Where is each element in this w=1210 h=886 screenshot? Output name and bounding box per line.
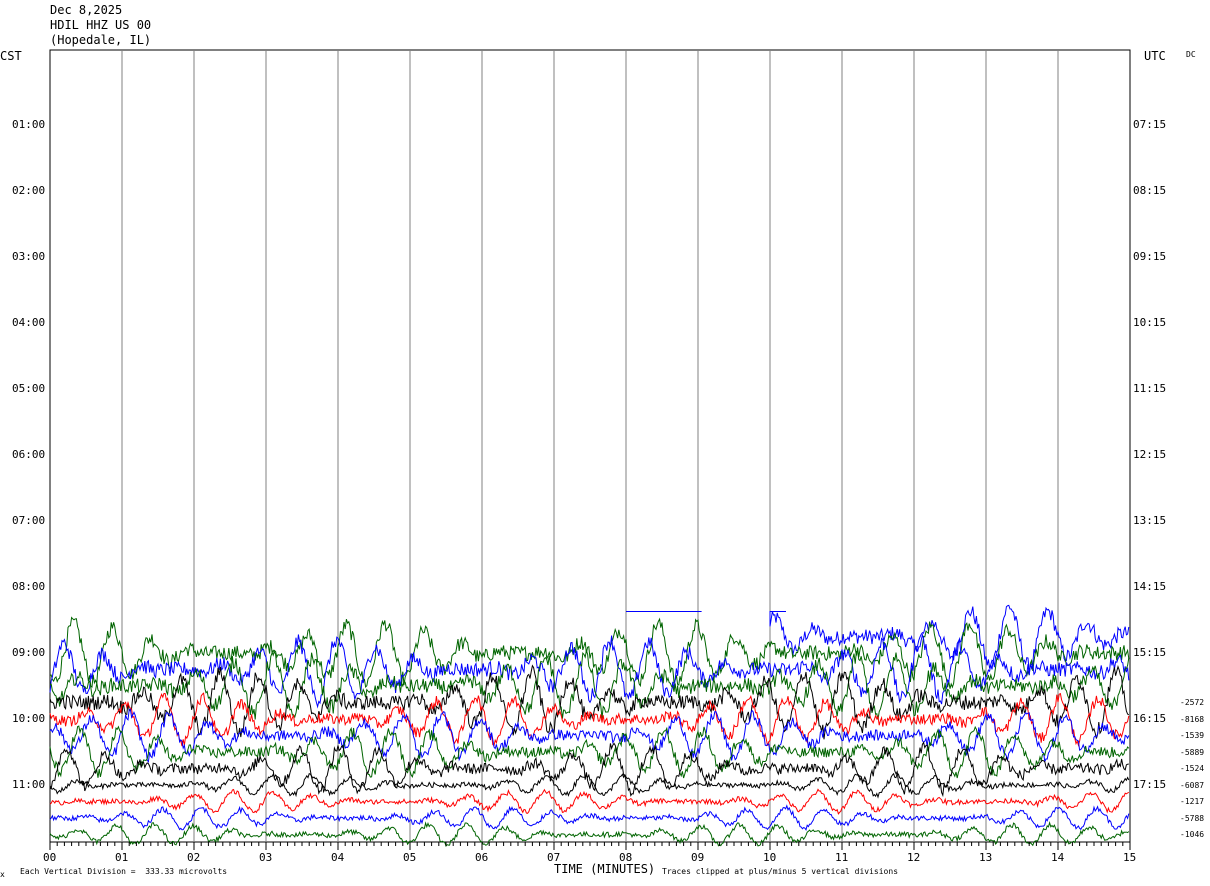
x-tick-label: 13 — [979, 851, 993, 864]
right-hour-label: 14:15 — [1133, 580, 1167, 593]
x-tick-label: 10 — [763, 851, 777, 864]
dc-offset-label: -1046 — [1180, 830, 1205, 839]
right-hour-label: 17:15 — [1133, 778, 1167, 791]
dc-offset-label: -2572 — [1180, 698, 1205, 707]
left-hour-label: 03:00 — [12, 250, 46, 263]
left-hour-label: 08:00 — [12, 580, 46, 593]
x-tick-label: 05 — [403, 851, 417, 864]
x-tick-label: 04 — [331, 851, 345, 864]
x-tick-label: 14 — [1051, 851, 1065, 864]
right-hour-label: 12:15 — [1133, 448, 1167, 461]
x-tick-label: 15 — [1123, 851, 1137, 864]
dc-offset-label: -1524 — [1180, 764, 1205, 773]
left-hour-label: 01:00 — [12, 118, 46, 131]
corner-mark: x — [0, 870, 5, 879]
x-tick-label: 11 — [835, 851, 849, 864]
seismic-traces — [49, 604, 1130, 847]
dc-offset-label: -1217 — [1180, 797, 1205, 806]
x-tick-label: 06 — [475, 851, 489, 864]
left-hour-label: 11:00 — [12, 778, 46, 791]
x-tick-label: 02 — [187, 851, 201, 864]
left-hour-label: 06:00 — [12, 448, 46, 461]
left-hour-label: 05:00 — [12, 382, 46, 395]
x-tick-label: 12 — [907, 851, 921, 864]
right-hour-label: 11:15 — [1133, 382, 1167, 395]
x-axis-ticks — [49, 842, 1131, 850]
trace-row-1115 — [49, 788, 1130, 815]
x-axis-title: TIME (MINUTES) — [554, 862, 656, 876]
trace-row-0930 — [49, 649, 1130, 720]
right-hour-label: 13:15 — [1133, 514, 1167, 527]
right-hour-label: 15:15 — [1133, 646, 1167, 659]
x-tick-label: 01 — [115, 851, 129, 864]
left-hour-label: 09:00 — [12, 646, 46, 659]
right-hour-label: 09:15 — [1133, 250, 1167, 263]
left-hour-label: 07:00 — [12, 514, 46, 527]
minute-grid — [121, 50, 1059, 842]
left-hour-label: 02:00 — [12, 184, 46, 197]
right-hour-label: 16:15 — [1133, 712, 1167, 725]
left-hour-label: 10:00 — [12, 712, 46, 725]
right-hour-label: 08:15 — [1133, 184, 1167, 197]
trace-row-0915 — [49, 632, 1130, 709]
left-hour-label: 04:00 — [12, 316, 46, 329]
clip-note: Traces clipped at plus/minus 5 vertical … — [662, 867, 899, 876]
dc-offset-label: -5788 — [1180, 813, 1205, 823]
trace-row-0845 — [769, 604, 1130, 673]
dc-offset-label: -5889 — [1180, 747, 1205, 757]
seismogram-plot — [49, 49, 1131, 850]
x-tick-label: 03 — [259, 851, 273, 864]
trace-row-1045 — [49, 741, 1129, 798]
trace-row-0945 — [49, 664, 1130, 740]
right-hour-label: 07:15 — [1133, 118, 1167, 131]
x-tick-label: 00 — [43, 851, 57, 864]
x-tick-label: 09 — [691, 851, 705, 864]
dc-offset-label: -6087 — [1180, 780, 1205, 790]
right-hour-label: 10:15 — [1133, 316, 1167, 329]
dc-offset-label: -1539 — [1180, 731, 1205, 740]
dc-offset-label: -8168 — [1180, 714, 1205, 724]
division-note: Each Vertical Division = 333.33 microvol… — [20, 867, 228, 876]
